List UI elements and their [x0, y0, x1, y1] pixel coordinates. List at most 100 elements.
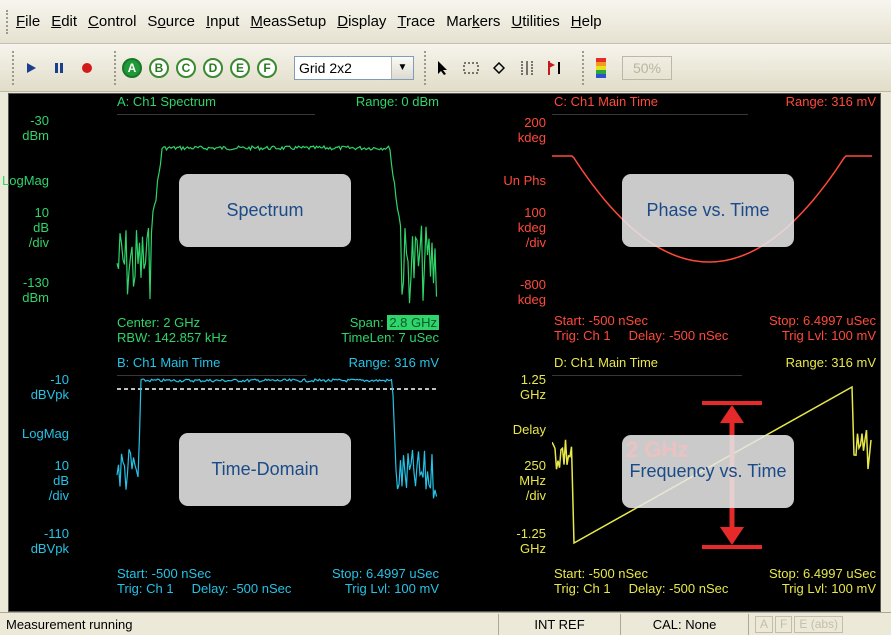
menu-label-rest: dit: [61, 13, 78, 30]
panel-d-ylabel-mid: Delay: [512, 422, 546, 437]
menu-label-rest: isplay: [348, 13, 387, 30]
trace-c-button[interactable]: C: [176, 57, 196, 78]
menu-label-prefix: S: [147, 13, 158, 30]
panel-c-callout: Phase vs. Time: [622, 174, 794, 247]
band-lines-icon: [521, 60, 533, 75]
pause-icon: [55, 62, 63, 73]
trace-f-button[interactable]: F: [257, 57, 277, 78]
toolbar: ABCDEF Grid 2x2 ▼ 50%: [0, 44, 891, 92]
menu-mnemonic: E: [51, 13, 62, 30]
menu-label-rest: ers: [479, 13, 501, 30]
panel-c-ylabel-mid: Un Phs: [503, 173, 546, 188]
panel-b-callout: Time-Domain: [179, 433, 351, 506]
menu-label-rest: race: [406, 13, 436, 30]
panel-b-time-domain[interactable]: B: Ch1 Main Time Range: 316 mV -10 dBVpk…: [9, 355, 445, 613]
menu-trace[interactable]: Trace: [397, 13, 435, 30]
panel-c-ylabel-top: 200 kdeg: [517, 115, 546, 145]
menu-mnemonic: F: [16, 13, 26, 30]
panel-a-timelen: TimeLen: 7 uSec: [341, 330, 439, 345]
menu-input[interactable]: Input: [206, 13, 239, 30]
marker-tools: [424, 50, 578, 85]
panel-a-span-value[interactable]: 2.8 GHz: [387, 315, 439, 330]
play-icon: [27, 62, 36, 73]
menu-bar: File Edit Control Source Input MeasSetup Displ…: [0, 0, 891, 44]
panel-a-ylabel-bottom: -130 dBm: [22, 275, 49, 305]
measurement-display: A: Ch1 Spectrum Range: 0 dBm -30 dBm Log…: [2, 93, 882, 613]
panel-d-stop: Stop: 6.4997 uSec: [769, 566, 876, 581]
panel-c-phase[interactable]: C: Ch1 Main Time Range: 316 mV 200 kdeg …: [446, 94, 882, 354]
panel-b-range: Range: 316 mV: [348, 355, 439, 370]
cursor-arrow-icon: [438, 60, 447, 75]
menu-help[interactable]: Help: [571, 13, 602, 30]
menu-mnemonic: T: [397, 13, 407, 30]
panel-a-spectrum[interactable]: A: Ch1 Spectrum Range: 0 dBm -30 dBm Log…: [2, 94, 445, 354]
panel-d-ylabel-scale: 250 MHz /div: [519, 458, 546, 503]
panel-a-span: Span: 2.8 GHz: [350, 315, 439, 330]
menu-display[interactable]: Display: [337, 13, 386, 30]
menu-label-rest: urce: [165, 13, 195, 30]
marker-flag-icon: [548, 60, 560, 75]
panel-b-stop: Stop: 6.4997 uSec: [332, 566, 439, 581]
pause-button[interactable]: [48, 57, 70, 79]
diamond-marker-tool[interactable]: [488, 57, 510, 79]
trace-d-button[interactable]: D: [203, 57, 223, 78]
marker-one-tool[interactable]: [544, 57, 566, 79]
select-rect-tool[interactable]: [460, 57, 482, 79]
menu-mnemonic: U: [511, 13, 523, 30]
menu-markers[interactable]: Markers: [446, 13, 500, 30]
panel-d-ylabel-bottom: -1.25 GHz: [516, 526, 546, 556]
color-scale-button[interactable]: [590, 57, 612, 79]
trace-b-button[interactable]: B: [149, 57, 169, 78]
opacity-percent-box[interactable]: 50%: [622, 55, 672, 80]
run-controls: [12, 50, 110, 85]
menu-control[interactable]: Control: [88, 13, 136, 30]
status-cal: CAL: None: [620, 613, 748, 635]
panel-a-ylabel-scale: 10 dB /div: [28, 205, 49, 250]
panel-a-rbw: RBW: 142.857 kHz: [117, 330, 228, 345]
trace-a-button[interactable]: A: [122, 57, 142, 78]
grid-layout-value: Grid 2x2: [299, 59, 352, 76]
play-button[interactable]: [20, 57, 42, 79]
menu-file[interactable]: File: [16, 13, 40, 30]
panel-c-ylabel-bottom: -800 kdeg: [517, 277, 546, 307]
status-indicator-0: A: [755, 615, 774, 633]
panel-a-center: Center: 2 GHz: [117, 315, 201, 330]
panel-a-ylabel-top: -30 dBm: [22, 113, 49, 143]
panel-c-range: Range: 316 mV: [785, 94, 876, 109]
menu-source[interactable]: Source: [147, 13, 195, 30]
menu-edit[interactable]: Edit: [51, 13, 77, 30]
menu-mnemonic: o: [157, 13, 166, 30]
menu-label-rest: ile: [25, 13, 41, 30]
panel-b-ylabel-bottom: -110 dBVpk: [30, 526, 69, 556]
menu-meassetup[interactable]: MeasSetup: [250, 13, 326, 30]
chevron-down-icon[interactable]: ▼: [391, 56, 413, 79]
menubar-grip[interactable]: [6, 10, 10, 34]
menu-label-rest: elp: [581, 13, 602, 30]
menu-utilities[interactable]: Utilities: [511, 13, 559, 30]
grid-layout-select[interactable]: Grid 2x2 ▼: [294, 55, 414, 80]
status-indicator-1: F: [775, 615, 793, 633]
record-icon: [82, 62, 92, 73]
status-message: Measurement running: [6, 616, 133, 632]
menu-mnemonic: H: [570, 13, 582, 30]
panel-b-ylabel-scale: 10 dB /div: [48, 458, 69, 503]
layout-group: Grid 2x2 ▼: [294, 51, 420, 85]
menu-mnemonic: D: [337, 13, 349, 30]
panel-d-frequency[interactable]: D: Ch1 Main Time Range: 316 mV 1.25 GHz …: [446, 355, 882, 613]
panel-c-stop: Stop: 6.4997 uSec: [769, 313, 876, 328]
panel-c-start: Start: -500 nSec: [554, 313, 648, 328]
arrow-head-down: [720, 527, 744, 545]
arrow-head-up: [720, 405, 744, 423]
panel-d-trig: Trig: Ch 1 Delay: -500 nSec: [554, 581, 729, 596]
color-scale-icon: [596, 57, 606, 78]
panel-d-start: Start: -500 nSec: [554, 566, 648, 581]
band-marker-tool[interactable]: [516, 57, 538, 79]
trace-e-button[interactable]: E: [230, 57, 250, 78]
dotted-rect-icon: [463, 62, 479, 73]
panel-a-callout: Spectrum: [179, 174, 351, 247]
pointer-tool[interactable]: [432, 57, 454, 79]
status-indicator-2: E (abs): [794, 615, 844, 633]
trace-selectors: ABCDEF: [114, 50, 290, 85]
panel-d-bandwidth-annotation: 2 GHz: [626, 437, 689, 462]
record-button[interactable]: [76, 57, 98, 79]
